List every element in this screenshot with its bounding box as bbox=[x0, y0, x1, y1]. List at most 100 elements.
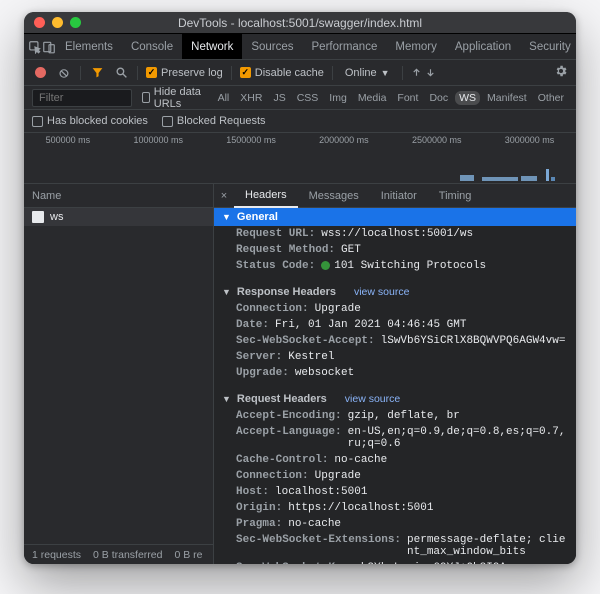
network-settings-icon[interactable] bbox=[554, 64, 568, 81]
timeline-ticks: 500000 ms 1000000 ms 1500000 ms 2000000 … bbox=[24, 133, 576, 145]
kv-row: Request URL: wss://localhost:5001/ws bbox=[214, 226, 576, 242]
kv-key: Connection: bbox=[236, 303, 309, 315]
filter-manifest[interactable]: Manifest bbox=[483, 91, 531, 105]
kv-key: Pragma: bbox=[236, 518, 282, 530]
response-headers-rows: Connection: Upgrade Date: Fri, 01 Jan 2021 … bbox=[214, 301, 576, 381]
search-icon[interactable] bbox=[113, 65, 129, 81]
filter-bar: Hide data URLs All XHR JS CSS Img Media … bbox=[24, 86, 576, 110]
close-detail-icon[interactable]: × bbox=[214, 190, 234, 202]
kv-value: Upgrade bbox=[315, 303, 361, 315]
tab-memory[interactable]: Memory bbox=[386, 34, 446, 59]
kv-value: Fri, 01 Jan 2021 04:46:45 GMT bbox=[275, 319, 466, 331]
filter-css[interactable]: CSS bbox=[293, 91, 323, 105]
filter-doc[interactable]: Doc bbox=[425, 91, 452, 105]
waterfall-timeline[interactable]: 500000 ms 1000000 ms 1500000 ms 2000000 … bbox=[24, 132, 576, 184]
blocked-requests-checkbox[interactable]: Blocked Requests bbox=[162, 115, 266, 127]
filter-img[interactable]: Img bbox=[325, 91, 351, 105]
preserve-log-checkbox[interactable]: Preserve log bbox=[146, 67, 223, 79]
checkbox-icon bbox=[240, 67, 251, 78]
tick-label: 500000 ms bbox=[46, 135, 91, 145]
kv-value: localhost:5001 bbox=[275, 486, 367, 498]
filter-other[interactable]: Other bbox=[534, 91, 568, 105]
filter-media[interactable]: Media bbox=[354, 91, 391, 105]
filter-ws[interactable]: WS bbox=[455, 91, 480, 105]
main-tabs: Elements Console Network Sources Perform… bbox=[24, 34, 576, 60]
name-column-header[interactable]: Name bbox=[24, 184, 213, 208]
request-list: Name ws 1 requests 0 B transferred 0 B r… bbox=[24, 184, 214, 564]
kv-key: Sec-WebSocket-Extensions: bbox=[236, 534, 401, 546]
kv-value: h2YkzLmoiwa09YJ+Oh8I9A== bbox=[361, 562, 519, 564]
filter-toggle-icon[interactable] bbox=[89, 65, 105, 81]
tick-label: 2000000 ms bbox=[319, 135, 369, 145]
tab-elements[interactable]: Elements bbox=[56, 34, 122, 59]
kv-row: Connection:Upgrade bbox=[214, 468, 576, 484]
tab-sources[interactable]: Sources bbox=[242, 34, 302, 59]
close-window-button[interactable] bbox=[34, 17, 45, 28]
kv-row: Status Code: 101 Switching Protocols bbox=[214, 258, 576, 274]
hide-data-urls-checkbox[interactable]: Hide data URLs bbox=[142, 86, 204, 110]
kv-key: Status Code: bbox=[236, 260, 315, 272]
request-detail: × Headers Messages Initiator Timing ▼ Ge… bbox=[214, 184, 576, 564]
throttling-dropdown[interactable]: Online ▼ bbox=[341, 67, 394, 79]
disable-cache-checkbox[interactable]: Disable cache bbox=[240, 67, 324, 79]
section-request-headers[interactable]: ▼ Request Headers view source bbox=[214, 387, 576, 408]
tab-application[interactable]: Application bbox=[446, 34, 520, 59]
tab-security[interactable]: Security bbox=[520, 34, 576, 59]
tab-performance[interactable]: Performance bbox=[303, 34, 387, 59]
view-source-link[interactable]: view source bbox=[345, 393, 400, 405]
kv-row: Origin:https://localhost:5001 bbox=[214, 500, 576, 516]
kv-row: Sec-WebSocket-Extensions:permessage-defl… bbox=[214, 532, 576, 560]
filter-js[interactable]: JS bbox=[269, 91, 289, 105]
kv-value: websocket bbox=[295, 367, 354, 379]
status-code-text: 101 Switching Protocols bbox=[334, 260, 486, 272]
kv-key: Upgrade: bbox=[236, 367, 289, 379]
kv-row: Accept-Language:en-US,en;q=0.9,de;q=0.8,… bbox=[214, 424, 576, 452]
zoom-window-button[interactable] bbox=[70, 17, 81, 28]
inspect-icon[interactable] bbox=[28, 40, 42, 54]
upload-download-icons[interactable] bbox=[411, 67, 436, 78]
kv-row: Date: Fri, 01 Jan 2021 04:46:45 GMT bbox=[214, 317, 576, 333]
window-title: DevTools - localhost:5001/swagger/index.… bbox=[24, 16, 576, 30]
tab-messages[interactable]: Messages bbox=[298, 184, 370, 207]
request-row[interactable]: ws bbox=[24, 208, 213, 226]
tab-timing[interactable]: Timing bbox=[428, 184, 483, 207]
kv-row: Request Method: GET bbox=[214, 242, 576, 258]
kv-key: Date: bbox=[236, 319, 269, 331]
kv-key: Request URL: bbox=[236, 228, 315, 240]
throttling-value: Online bbox=[345, 67, 377, 79]
device-toggle-icon[interactable] bbox=[42, 40, 56, 54]
filter-input[interactable] bbox=[32, 89, 132, 107]
headers-panel[interactable]: ▼ General Request URL: wss://localhost:5… bbox=[214, 208, 576, 564]
tab-console[interactable]: Console bbox=[122, 34, 182, 59]
filter-font[interactable]: Font bbox=[393, 91, 422, 105]
tab-headers[interactable]: Headers bbox=[234, 185, 298, 208]
kv-key: Request Method: bbox=[236, 244, 335, 256]
record-button[interactable] bbox=[32, 65, 48, 81]
filter-xhr[interactable]: XHR bbox=[236, 91, 266, 105]
disclosure-icon: ▼ bbox=[222, 212, 231, 222]
has-blocked-cookies-checkbox[interactable]: Has blocked cookies bbox=[32, 115, 148, 127]
resources-size: 0 B re bbox=[174, 549, 202, 561]
tick-label: 1500000 ms bbox=[226, 135, 276, 145]
kv-key: Connection: bbox=[236, 470, 309, 482]
tab-network[interactable]: Network bbox=[182, 34, 242, 59]
view-source-link[interactable]: view source bbox=[354, 286, 409, 298]
section-response-headers[interactable]: ▼ Response Headers view source bbox=[214, 280, 576, 301]
checkbox-icon bbox=[162, 116, 173, 127]
type-filters: All XHR JS CSS Img Media Font Doc WS Man… bbox=[214, 91, 568, 105]
status-dot-icon bbox=[321, 261, 330, 270]
section-general-label: General bbox=[237, 211, 278, 223]
disclosure-icon: ▼ bbox=[222, 394, 231, 404]
filter-all[interactable]: All bbox=[214, 91, 234, 105]
status-bar: 1 requests 0 B transferred 0 B re bbox=[24, 544, 213, 564]
section-general[interactable]: ▼ General bbox=[214, 208, 576, 226]
minimize-window-button[interactable] bbox=[52, 17, 63, 28]
kv-row: Accept-Encoding:gzip, deflate, br bbox=[214, 408, 576, 424]
request-rows: ws bbox=[24, 208, 213, 544]
tab-initiator[interactable]: Initiator bbox=[370, 184, 428, 207]
kv-row: Sec-WebSocket-Accept:lSwVb6YSiCRlX8BQWVP… bbox=[214, 333, 576, 349]
kv-row: Cache-Control:no-cache bbox=[214, 452, 576, 468]
kv-value: wss://localhost:5001/ws bbox=[321, 228, 473, 240]
clear-button[interactable]: ⦸ bbox=[56, 65, 72, 81]
titlebar: DevTools - localhost:5001/swagger/index.… bbox=[24, 12, 576, 34]
